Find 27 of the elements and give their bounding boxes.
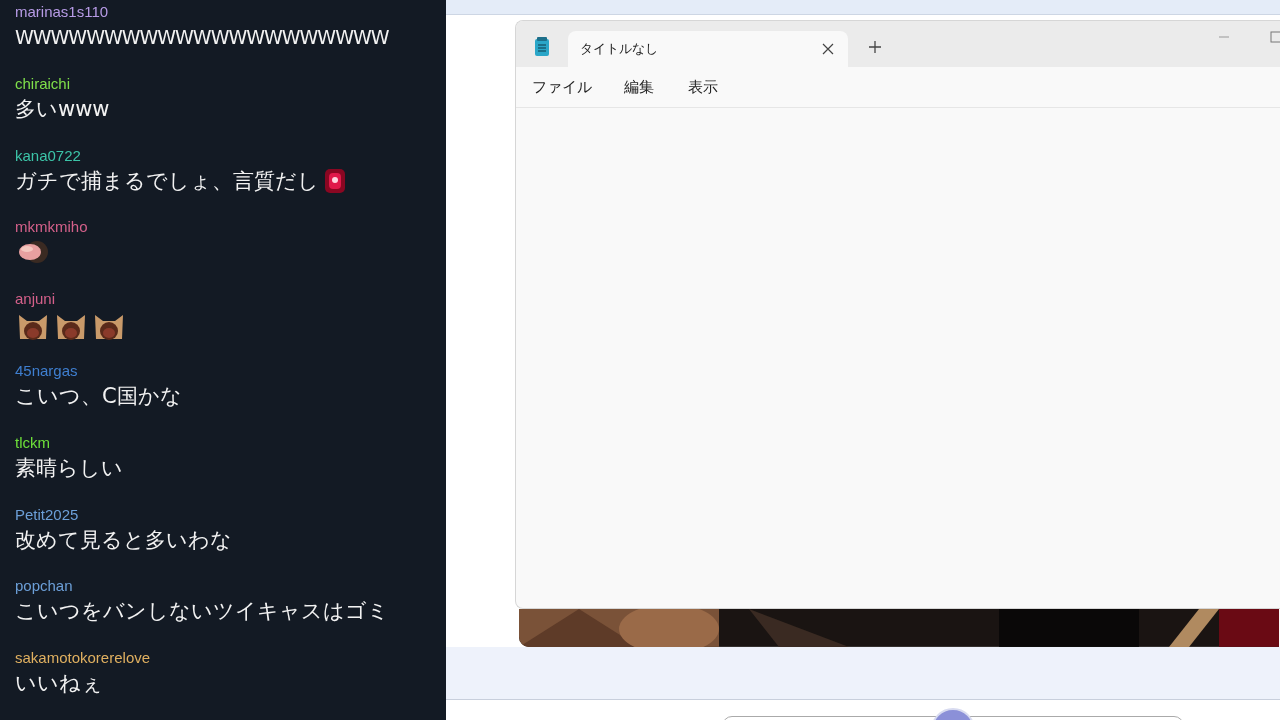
chat-username: kana0722 [15,145,81,166]
document-tab[interactable]: タイトルなし [568,31,848,67]
chat-username: mkmkmiho [15,217,88,238]
chat-message: ガチで捕まるでしょ、言質だし [15,167,319,195]
maximize-icon[interactable] [1270,31,1280,43]
menu-item[interactable]: 表示 [688,75,734,99]
new-tab-icon[interactable] [868,40,882,54]
close-icon[interactable] [822,43,834,55]
chat-username: sakamotokorerelove [15,648,151,669]
chat-message: こいつ、C国かな [15,383,182,410]
chat-message: WWWWWWWWWWWWWWWWWWWWW [15,25,389,50]
chat-username: Petit2025 [15,504,79,525]
notepad-icon [534,37,550,57]
chat-message: 改めて見ると多いわな [15,526,232,554]
chat-username: marinas1s110 [15,2,109,22]
chat-message: いいねぇ [15,670,103,698]
chat-username: 45nargas [15,361,78,381]
chat-username: popchan [15,576,73,597]
menu-item[interactable]: 編集 [624,75,670,99]
chat-message: こいつをバンしないツイキャスはゴミ [15,598,389,626]
chat-message: 多いwww [15,95,110,123]
chat-message: 素晴らしい [15,454,123,482]
chat-username: anjuni [15,289,56,310]
chat-username: tlckm [15,432,50,453]
chat-username: chiraichi [15,73,71,94]
menu-item[interactable]: ファイル [532,75,608,99]
tab-title: タイトルなし [580,40,658,58]
